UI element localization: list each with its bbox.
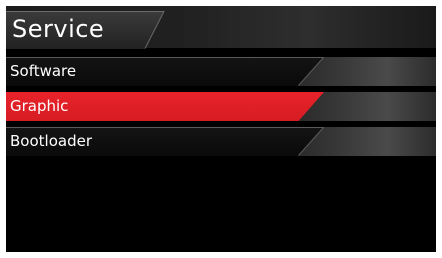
menu-item-label: Software [10, 62, 77, 80]
header-bar: Service [6, 6, 436, 49]
menu-item-bootloader[interactable]: Bootloader [6, 127, 436, 156]
menu-item-label: Bootloader [10, 132, 92, 150]
page-title: Service [12, 15, 105, 43]
menu-item-graphic[interactable]: Graphic [6, 92, 436, 121]
menu-item-label: Graphic [10, 97, 69, 115]
menu-item-software[interactable]: Software [6, 57, 436, 86]
service-screen: Service Software Graphic Bootloader [6, 6, 436, 252]
